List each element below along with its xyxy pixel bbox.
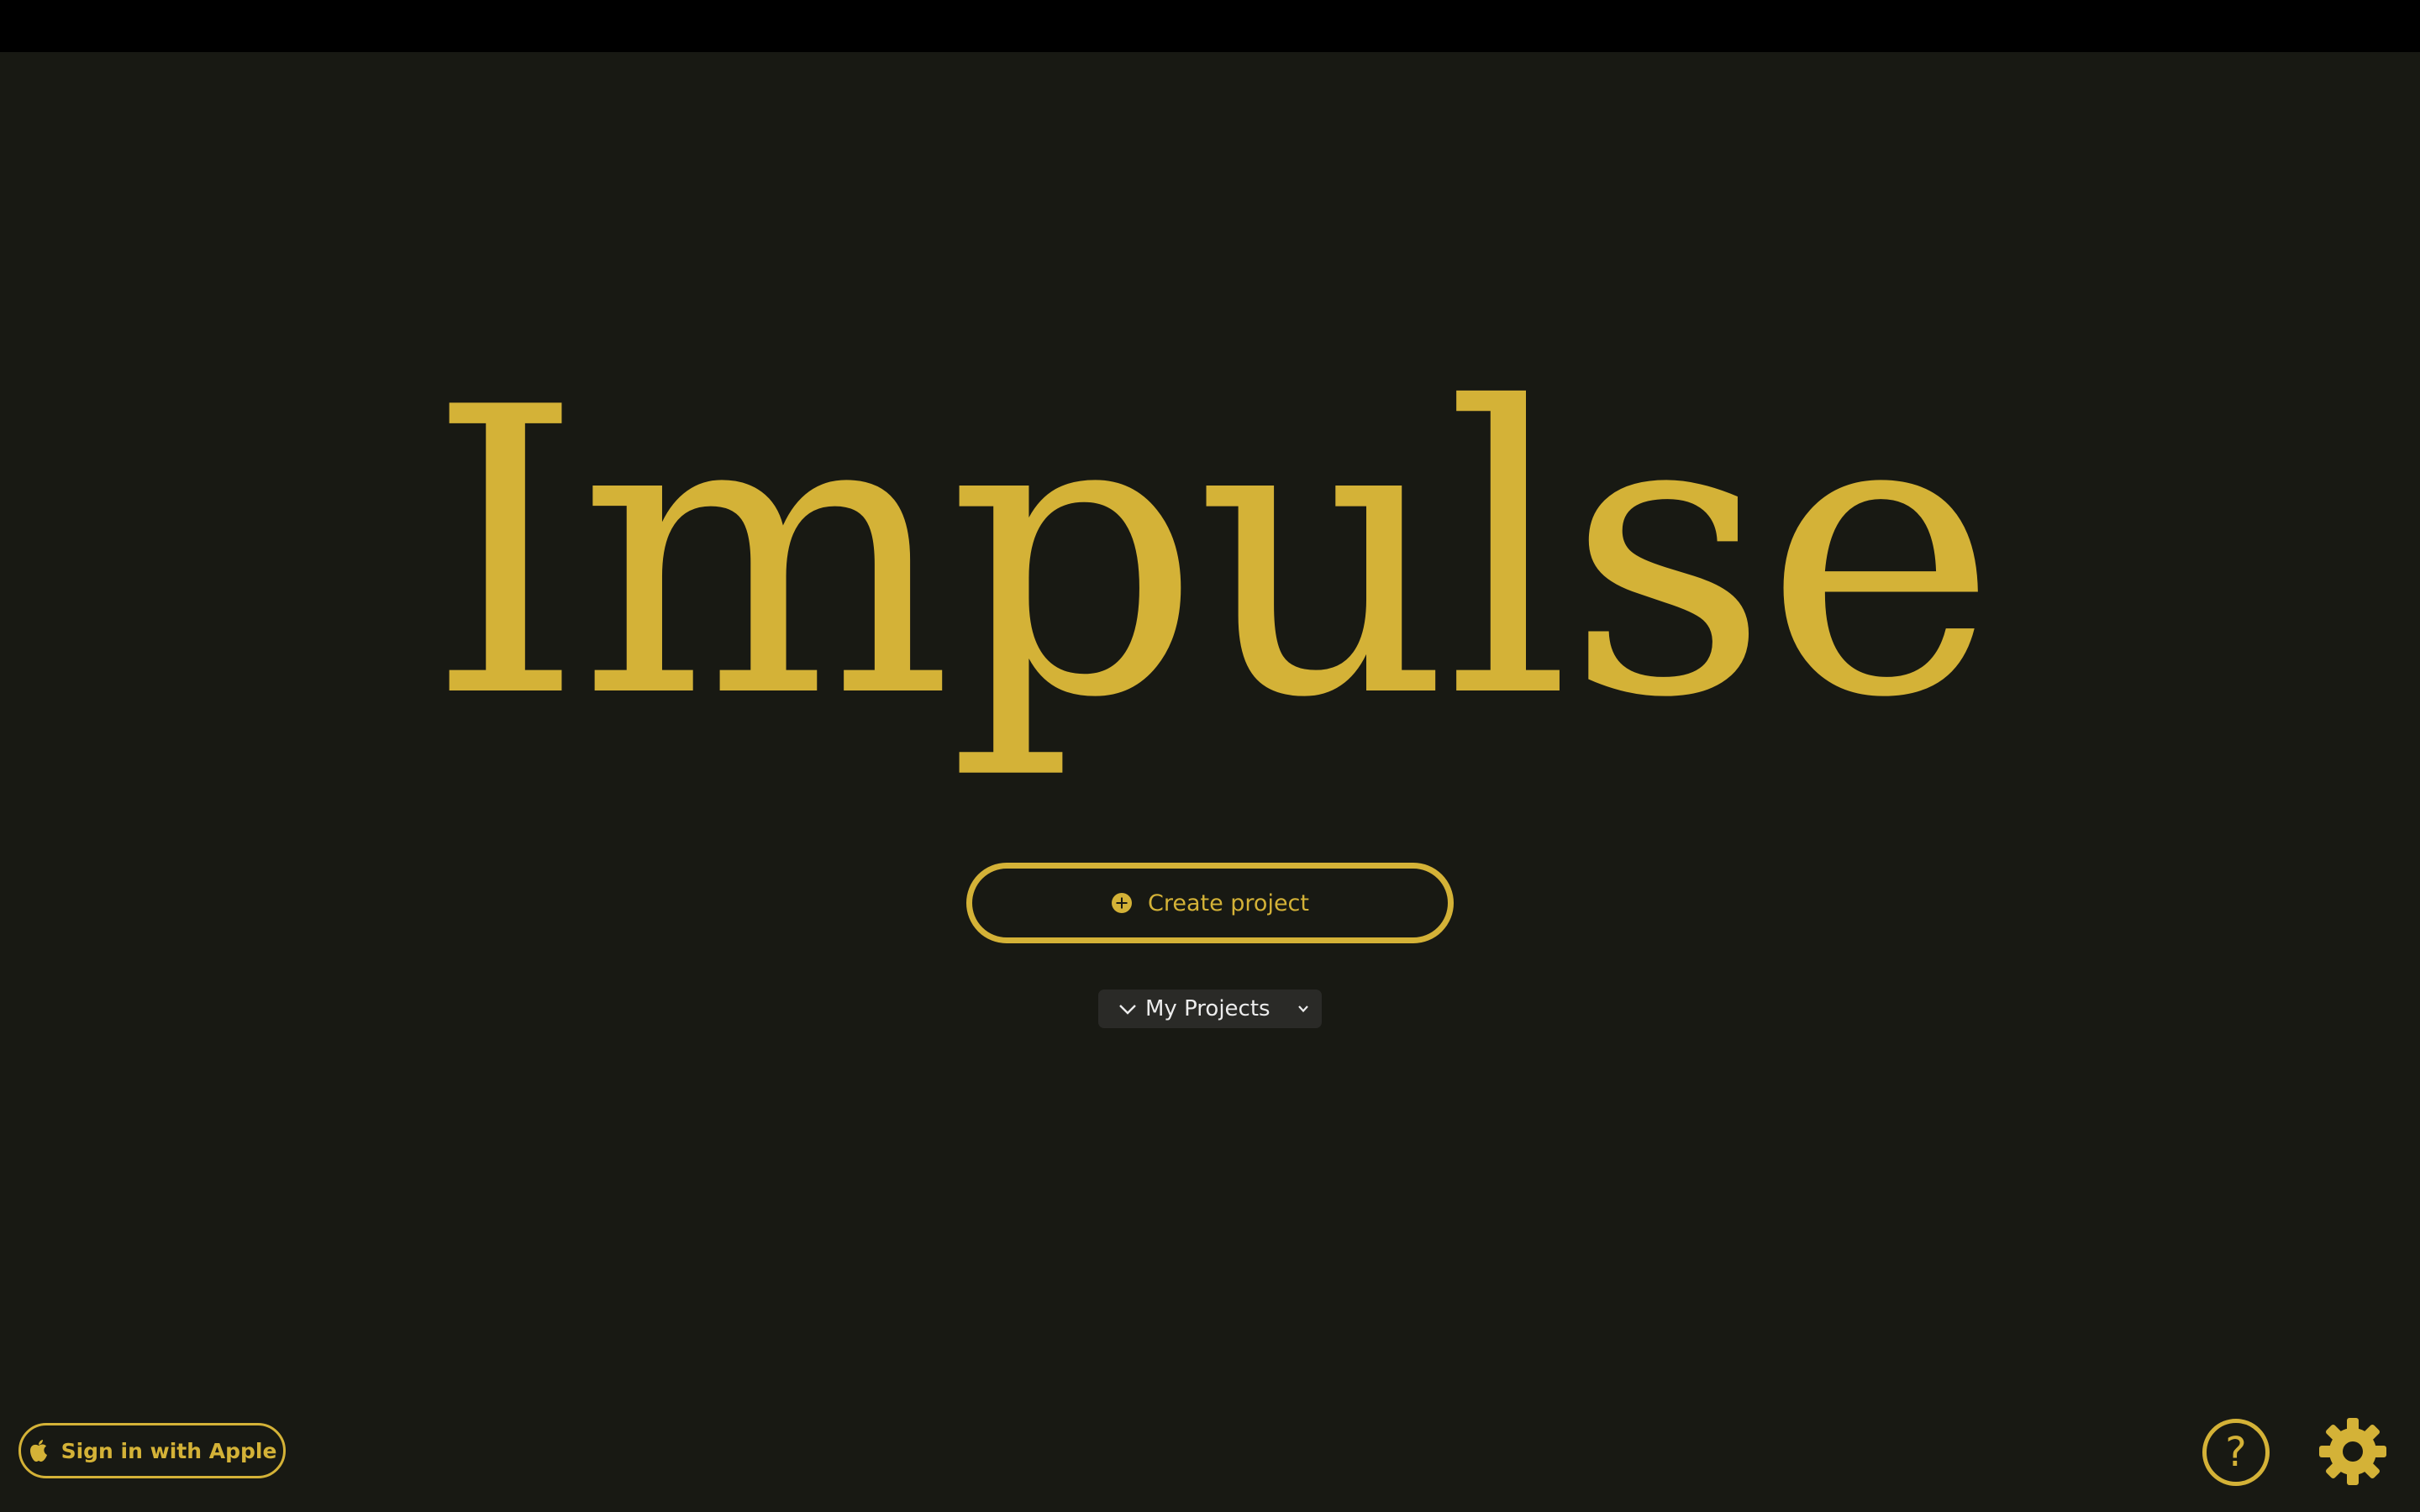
projects-filter-label: My Projects: [1145, 996, 1270, 1021]
window-top-bar: [0, 0, 2420, 52]
projects-filter-dropdown[interactable]: My Projects: [1098, 990, 1322, 1028]
create-project-label: Create project: [1147, 890, 1309, 916]
plus-circle-icon: [1111, 893, 1132, 913]
chevron-down-icon: [1119, 1005, 1136, 1015]
create-project-button[interactable]: Create project: [966, 863, 1454, 943]
app-title: Impulse: [427, 324, 1998, 784]
sign-in-with-apple-button[interactable]: Sign in with Apple: [18, 1423, 286, 1478]
gear-icon[interactable]: [2317, 1416, 2388, 1487]
sign-in-label: Sign in with Apple: [60, 1438, 277, 1463]
chevron-down-small-icon: [1298, 1005, 1308, 1013]
help-button[interactable]: ?: [2202, 1419, 2270, 1486]
apple-logo-icon: [29, 1440, 47, 1462]
question-circle-icon: ?: [2225, 1429, 2247, 1476]
